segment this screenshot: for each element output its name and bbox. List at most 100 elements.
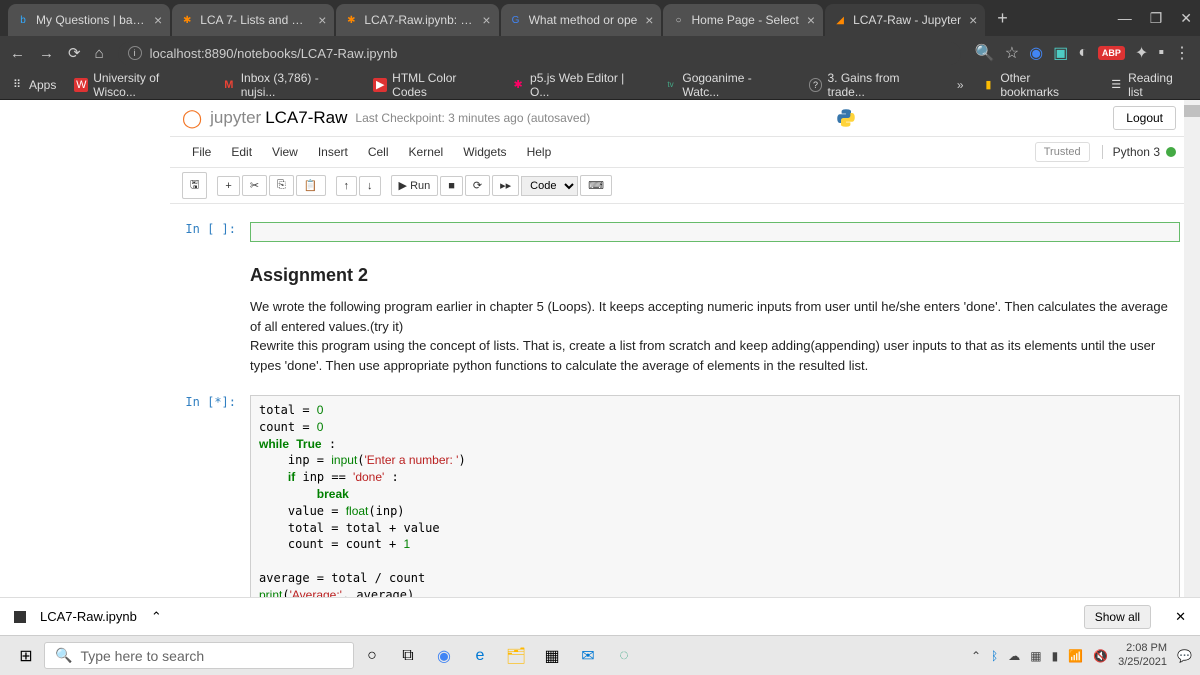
open-file-label[interactable]: LCA7-Raw.ipynb (40, 609, 137, 624)
menu-file[interactable]: File (182, 141, 221, 163)
save-button[interactable]: 🖫 (182, 172, 207, 199)
apps-shortcut[interactable]: ⠿Apps (10, 78, 56, 92)
forward-icon[interactable]: → (39, 45, 54, 62)
stop-icon[interactable] (14, 611, 26, 623)
new-tab-button[interactable]: + (987, 8, 1018, 29)
paste-button[interactable]: 📋 (296, 175, 326, 196)
code-cell-empty[interactable]: In [ ]: (170, 214, 1188, 250)
trusted-indicator[interactable]: Trusted (1035, 142, 1090, 162)
menu-insert[interactable]: Insert (308, 141, 358, 163)
start-button[interactable]: ⊞ (8, 638, 44, 674)
taskbar-app[interactable]: ◌ (606, 638, 642, 674)
address-bar[interactable]: i localhost:8890/notebooks/LCA7-Raw.ipyn… (118, 42, 961, 65)
bookmark-item[interactable]: WUniversity of Wisco... (74, 71, 204, 99)
copy-button[interactable]: ⎘ (269, 175, 294, 196)
wifi-icon[interactable]: 📶 (1068, 649, 1083, 663)
browser-tab-active[interactable]: ◢LCA7-Raw - Jupyter× (825, 4, 985, 36)
menu-kernel[interactable]: Kernel (399, 141, 454, 163)
cortana-button[interactable]: ○ (354, 638, 390, 674)
tray-icon[interactable]: ▦ (1030, 649, 1041, 663)
extension-icon[interactable]: ▣ (1053, 43, 1068, 63)
menu-cell[interactable]: Cell (358, 141, 399, 163)
taskbar-app[interactable]: 🗂 (498, 638, 534, 674)
menu-view[interactable]: View (262, 141, 308, 163)
close-icon[interactable]: × (154, 12, 162, 28)
move-down-button[interactable]: ↓ (359, 176, 381, 196)
chevron-up-icon[interactable]: ⌃ (151, 609, 162, 625)
add-cell-button[interactable]: + (217, 176, 239, 196)
overflow-icon[interactable]: » (957, 78, 964, 92)
close-icon[interactable]: × (969, 12, 977, 28)
clock[interactable]: 2:08 PM 3/25/2021 (1118, 642, 1167, 668)
extension-icon[interactable]: ◐ (1078, 44, 1088, 62)
bookmark-item[interactable]: ▶HTML Color Codes (373, 71, 493, 99)
close-icon[interactable]: × (645, 12, 653, 28)
extensions-icon[interactable]: ✦ (1135, 43, 1148, 63)
minimize-icon[interactable]: — (1118, 10, 1132, 27)
task-view-button[interactable]: ⧉ (390, 638, 426, 674)
browser-tab[interactable]: ○Home Page - Select× (663, 4, 823, 36)
logout-button[interactable]: Logout (1113, 106, 1176, 130)
notifications-icon[interactable]: 💬 (1177, 649, 1192, 663)
other-bookmarks[interactable]: ▮Other bookmarks (982, 71, 1092, 99)
menu-icon[interactable]: ⋮ (1174, 43, 1190, 63)
run-button[interactable]: ▶ Run (391, 175, 439, 196)
maximize-icon[interactable]: ❐ (1150, 10, 1163, 27)
close-icon[interactable]: × (318, 12, 326, 28)
move-up-button[interactable]: ↑ (336, 176, 358, 196)
taskbar-app[interactable]: ◉ (426, 638, 462, 674)
notebook-name[interactable]: LCA7-Raw (265, 108, 347, 128)
taskbar-app[interactable]: ✉ (570, 638, 606, 674)
close-icon[interactable]: × (807, 12, 815, 28)
kernel-indicator[interactable]: Python 3 (1102, 145, 1176, 159)
markdown-cell[interactable]: Assignment 2 We wrote the following prog… (170, 254, 1188, 383)
onedrive-icon[interactable]: ☁ (1008, 649, 1020, 663)
tab-favicon: ✱ (180, 13, 194, 27)
home-icon[interactable]: ⌂ (95, 45, 104, 62)
bookmark-item[interactable]: MInbox (3,786) - nujsi... (222, 71, 355, 99)
menu-help[interactable]: Help (517, 141, 562, 163)
browser-tab[interactable]: GWhat method or ope× (501, 4, 662, 36)
assignment-heading: Assignment 2 (250, 262, 1180, 289)
menu-edit[interactable]: Edit (221, 141, 262, 163)
bookmark-item[interactable]: tvGogoanime - Watc... (664, 71, 791, 99)
stop-button[interactable]: ■ (440, 176, 463, 196)
zoom-icon[interactable]: 🔍 (975, 43, 995, 63)
command-palette-button[interactable]: ⌨ (580, 175, 612, 196)
browser-tab[interactable]: bMy Questions | bartle× (8, 4, 170, 36)
cut-button[interactable]: ✂ (242, 175, 267, 196)
restart-button[interactable]: ⟳ (465, 175, 490, 196)
taskbar-app[interactable]: e (462, 638, 498, 674)
battery-icon[interactable]: ▮ (1052, 649, 1059, 663)
bluetooth-icon[interactable]: ᛒ (991, 649, 998, 663)
abp-extension-icon[interactable]: ABP (1098, 46, 1125, 60)
menu-widgets[interactable]: Widgets (453, 141, 516, 163)
apps-icon: ⠿ (10, 78, 24, 92)
browser-tab[interactable]: ✱LCA 7- Lists and Tupl× (172, 4, 334, 36)
jupyter-logo-icon[interactable]: ◯ (182, 108, 202, 129)
taskbar-app[interactable]: ▦ (534, 638, 570, 674)
show-all-button[interactable]: Show all (1084, 605, 1151, 629)
scrollbar[interactable] (1184, 100, 1200, 597)
profile-icon[interactable]: ▪ (1158, 44, 1164, 62)
close-icon[interactable]: ✕ (1175, 609, 1186, 625)
site-info-icon[interactable]: i (128, 46, 142, 60)
bookmark-star-icon[interactable]: ☆ (1005, 43, 1019, 63)
close-icon[interactable]: × (482, 12, 490, 28)
taskbar-search[interactable]: 🔍 Type here to search (44, 642, 354, 669)
tray-chevron-icon[interactable]: ⌃ (971, 649, 981, 663)
back-icon[interactable]: ← (10, 45, 25, 62)
extension-icon[interactable]: ◉ (1029, 43, 1043, 63)
close-window-icon[interactable]: ✕ (1180, 10, 1192, 27)
bookmark-item[interactable]: ✱p5.js Web Editor | O... (511, 71, 645, 99)
reload-icon[interactable]: ⟳ (68, 44, 81, 62)
restart-run-all-button[interactable]: ▸▸ (492, 175, 519, 196)
jupyter-brand[interactable]: jupyter (210, 108, 261, 128)
system-tray: ⌃ ᛒ ☁ ▦ ▮ 📶 🔇 2:08 PM 3/25/2021 💬 (971, 642, 1192, 668)
bookmark-item[interactable]: ?3. Gains from trade... (809, 71, 939, 99)
browser-tab[interactable]: ✱LCA7-Raw.ipynb: IN1× (336, 4, 498, 36)
cell-type-select[interactable]: Code (521, 176, 578, 196)
reading-list[interactable]: ☰Reading list (1109, 71, 1190, 99)
volume-icon[interactable]: 🔇 (1093, 649, 1108, 663)
code-input[interactable]: total = 0 count = 0 while True : inp = i… (250, 395, 1180, 611)
